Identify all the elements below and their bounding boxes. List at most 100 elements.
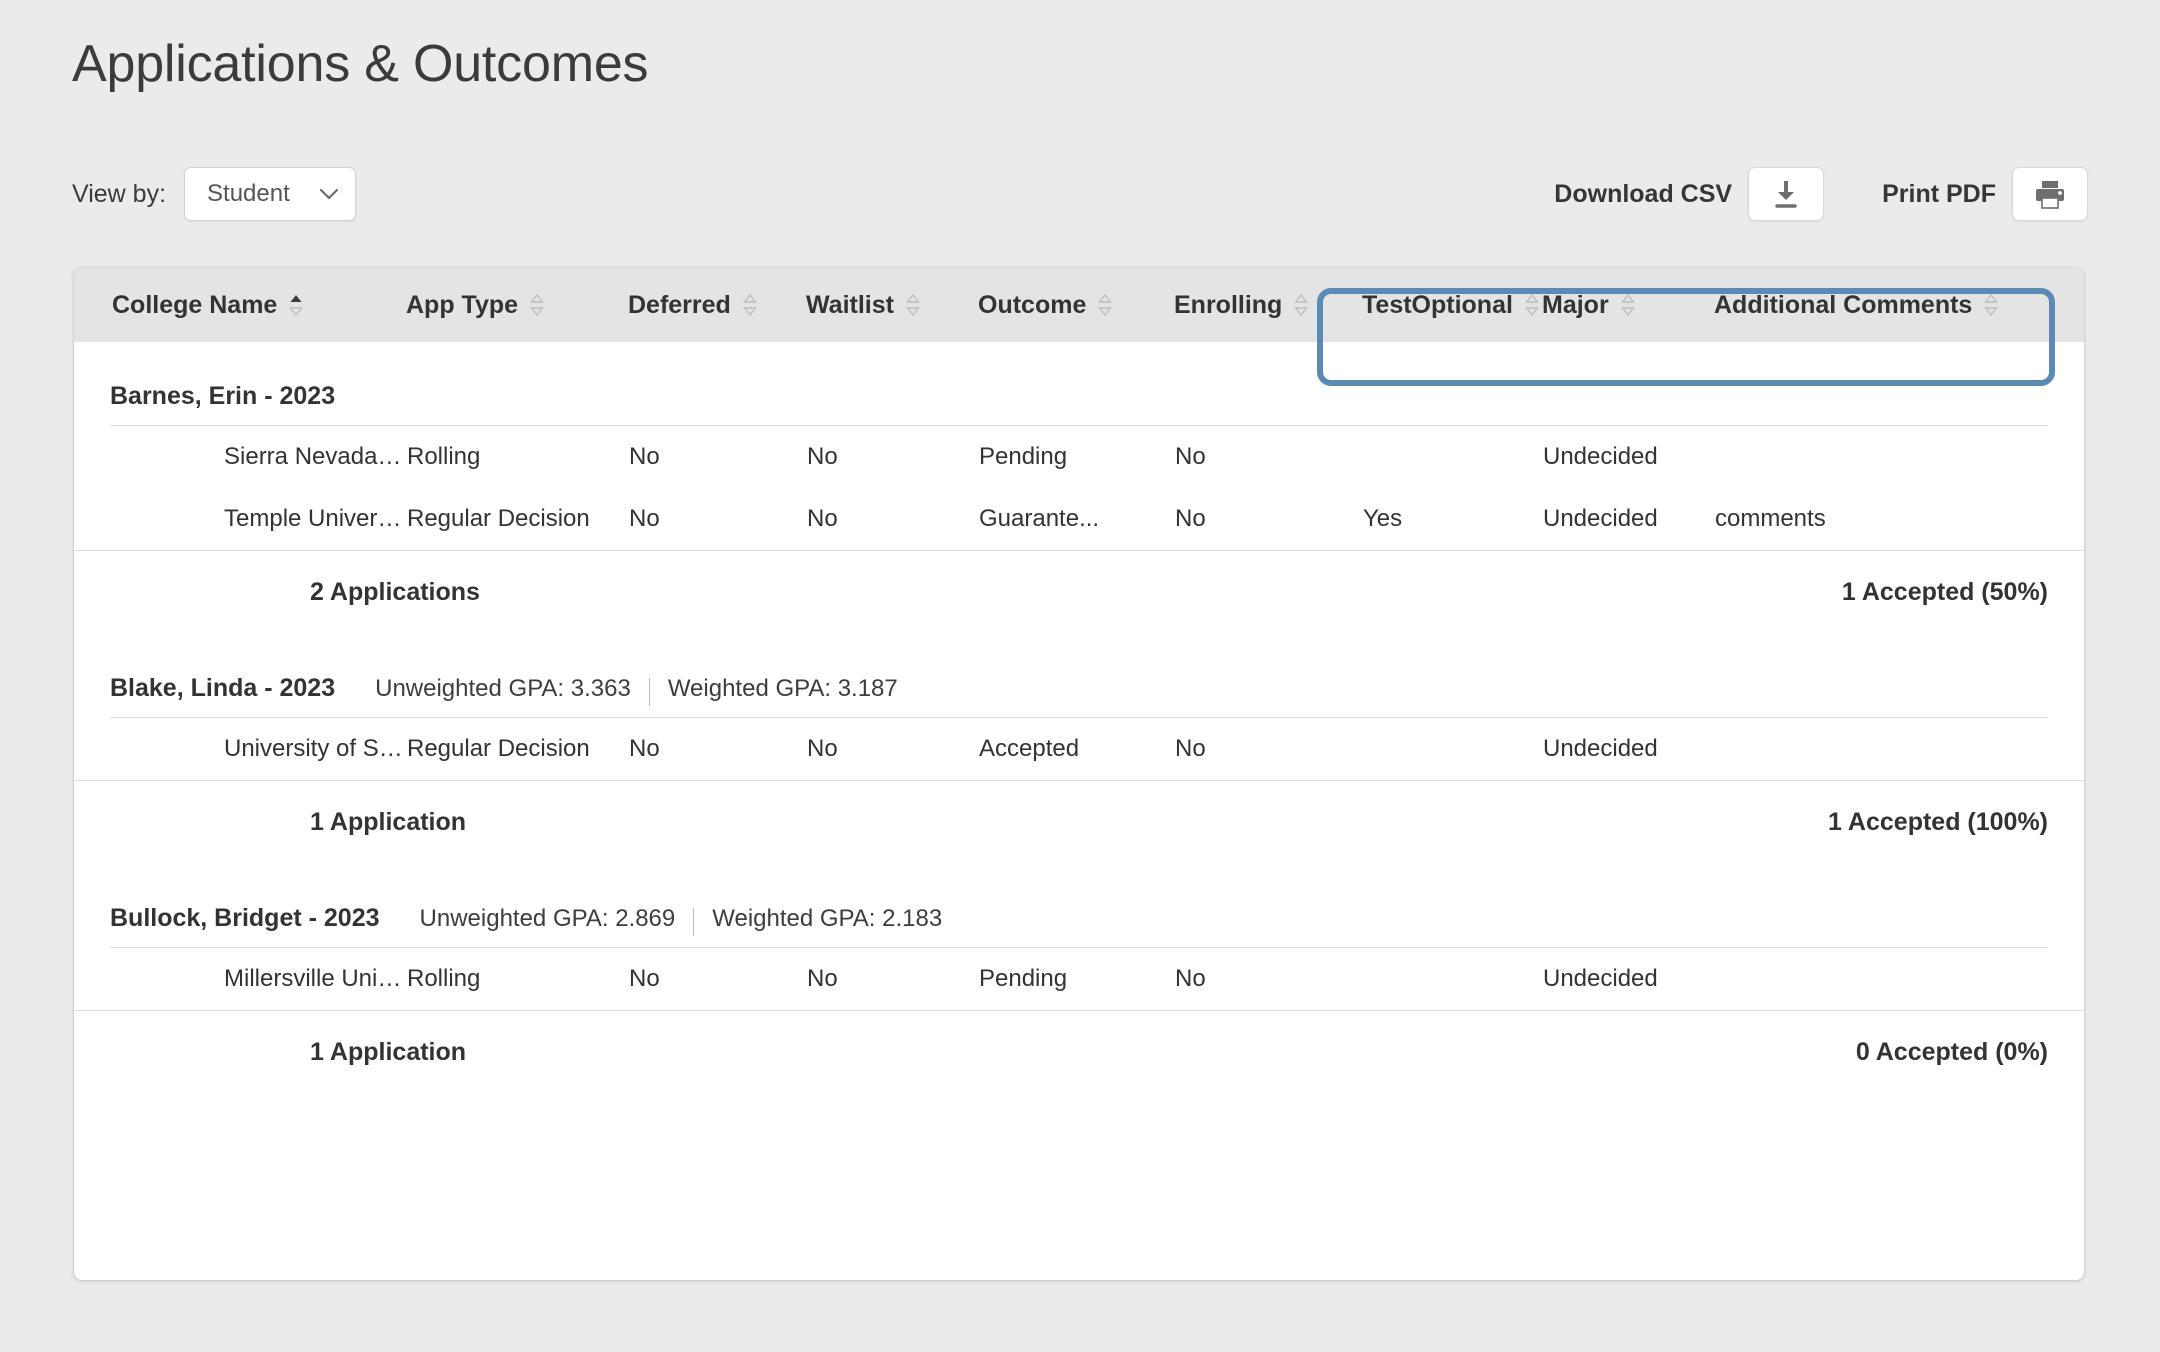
- column-header-label: Deferred: [628, 290, 731, 319]
- cell-outcome: Guarante...: [979, 504, 1100, 532]
- toolbar: View by: Student Download CSV Print PDF: [72, 165, 2088, 223]
- print-pdf-label: Print PDF: [1882, 179, 1996, 208]
- group-summary-accepted: 1 Accepted (100%): [978, 779, 2084, 864]
- table-row[interactable]: Temple University Regular Decision No No…: [74, 488, 2084, 550]
- group-header-cell: Bullock, Bridget - 2023 Unweighted GPA: …: [74, 864, 2084, 948]
- cell-test-optional: [1362, 426, 1542, 488]
- cell-major: Undecided: [1543, 443, 1658, 470]
- group-summary-applications: 1 Application: [74, 1009, 978, 1094]
- cell-deferred: No: [629, 734, 660, 762]
- cell-test-optional: [1362, 948, 1542, 1010]
- cell-college-name: Temple University: [224, 504, 406, 532]
- group-weighted-gpa: Weighted GPA: 3.187: [667, 675, 898, 702]
- cell-test-optional: [1362, 718, 1542, 780]
- sort-icon-active[interactable]: [289, 292, 304, 318]
- applications-table-card: College Name App Type Deferred Waitlist …: [74, 268, 2084, 1280]
- cell-college-name: Millersville University...: [224, 964, 406, 992]
- sort-icon[interactable]: [1620, 292, 1635, 318]
- table-row[interactable]: Millersville University... Rolling No No…: [74, 948, 2084, 1010]
- page-title: Applications & Outcomes: [72, 35, 649, 93]
- sort-icon[interactable]: [742, 292, 757, 318]
- cell-deferred: No: [629, 443, 660, 470]
- cell-waitlist: No: [807, 504, 838, 532]
- cell-deferred: No: [629, 504, 660, 532]
- sort-icon[interactable]: [1524, 292, 1539, 318]
- sort-icon[interactable]: [906, 292, 920, 318]
- group-unweighted-gpa: Unweighted GPA: 3.363: [375, 675, 631, 702]
- download-csv-button[interactable]: [1748, 167, 1825, 221]
- sort-icon[interactable]: [1098, 292, 1113, 318]
- column-header-label: Outcome: [978, 290, 1087, 319]
- cell-college-name: University of South C...: [224, 734, 406, 762]
- column-header-label: College Name: [112, 290, 278, 319]
- table-body: Barnes, Erin - 2023 Sierra Nevada Colleg…: [74, 342, 2084, 1094]
- cell-app-type: Regular Decision: [407, 734, 590, 762]
- cell-outcome: Pending: [979, 443, 1068, 470]
- column-header-college-name[interactable]: College Name: [74, 268, 406, 342]
- column-header-waitlist[interactable]: Waitlist: [806, 268, 978, 342]
- cell-app-type: Rolling: [407, 964, 481, 992]
- print-pdf-button[interactable]: [2012, 167, 2088, 221]
- group-summary-accepted: 1 Accepted (50%): [978, 549, 2084, 634]
- table-row[interactable]: Sierra Nevada College Rolling No No Pend…: [74, 426, 2084, 488]
- cell-outcome: Accepted: [979, 734, 1080, 762]
- column-header-label: Additional Comments: [1714, 290, 1973, 319]
- cell-additional-comments: [1714, 948, 2084, 1010]
- group-summary-row: 2 Applications 1 Accepted (50%): [74, 549, 2084, 634]
- group-header-row: Blake, Linda - 2023 Unweighted GPA: 3.36…: [74, 634, 2084, 718]
- cell-major: Undecided: [1543, 504, 1658, 532]
- group-header-cell: Barnes, Erin - 2023: [74, 342, 2084, 426]
- group-weighted-gpa: Weighted GPA: 2.183: [712, 905, 943, 932]
- cell-waitlist: No: [807, 443, 838, 470]
- gpa-divider: [648, 678, 650, 706]
- cell-enrolling: No: [1175, 964, 1206, 992]
- column-header-outcome[interactable]: Outcome: [978, 268, 1174, 342]
- group-summary-applications: 2 Applications: [74, 549, 978, 634]
- column-header-enrolling[interactable]: Enrolling: [1174, 268, 1362, 342]
- cell-college-name: Sierra Nevada College: [224, 443, 406, 470]
- group-header-row: Barnes, Erin - 2023: [74, 342, 2084, 426]
- applications-table: College Name App Type Deferred Waitlist …: [74, 268, 2084, 1094]
- column-header-label: TestOptional: [1362, 290, 1513, 319]
- cell-additional-comments: comments: [1715, 504, 1826, 532]
- table-head: College Name App Type Deferred Waitlist …: [74, 268, 2084, 342]
- cell-major: Undecided: [1543, 734, 1658, 762]
- view-by-label: View by:: [72, 179, 167, 208]
- column-header-app-type[interactable]: App Type: [406, 268, 628, 342]
- group-student-name: Barnes, Erin - 2023: [110, 382, 336, 410]
- column-header-additional-comments[interactable]: Additional Comments: [1714, 268, 2084, 342]
- group-gpa-wrap: Unweighted GPA: 3.363 Weighted GPA: 3.18…: [375, 675, 898, 706]
- column-header-test-optional[interactable]: TestOptional: [1362, 268, 1542, 342]
- download-icon: [1771, 178, 1801, 210]
- printer-icon: [2033, 179, 2067, 209]
- group-header-cell: Blake, Linda - 2023 Unweighted GPA: 3.36…: [74, 634, 2084, 718]
- view-by-selected-value: Student: [207, 180, 290, 207]
- toolbar-left: View by: Student: [72, 165, 357, 223]
- cell-deferred: No: [629, 964, 660, 992]
- toolbar-right: Download CSV Print PDF: [1554, 165, 2088, 223]
- cell-waitlist: No: [807, 964, 838, 992]
- download-csv-label: Download CSV: [1554, 179, 1733, 208]
- view-by-select[interactable]: Student: [184, 167, 357, 221]
- gpa-divider: [693, 908, 695, 936]
- cell-waitlist: No: [807, 734, 838, 762]
- chevron-down-icon: [319, 188, 339, 200]
- cell-enrolling: No: [1175, 734, 1206, 762]
- table-header-row: College Name App Type Deferred Waitlist …: [74, 268, 2084, 342]
- cell-enrolling: No: [1175, 504, 1206, 532]
- group-summary-accepted: 0 Accepted (0%): [978, 1009, 2084, 1094]
- column-header-label: Waitlist: [806, 290, 894, 319]
- column-header-deferred[interactable]: Deferred: [628, 268, 806, 342]
- sort-icon[interactable]: [1294, 292, 1309, 318]
- cell-app-type: Regular Decision: [407, 504, 590, 532]
- group-summary-applications: 1 Application: [74, 779, 978, 864]
- cell-additional-comments: [1714, 718, 2084, 780]
- column-header-major[interactable]: Major: [1542, 268, 1714, 342]
- sort-icon[interactable]: [530, 292, 544, 318]
- column-header-label: Enrolling: [1174, 290, 1283, 319]
- cell-app-type: Rolling: [407, 443, 481, 470]
- cell-outcome: Pending: [979, 964, 1068, 992]
- cell-enrolling: No: [1175, 443, 1206, 470]
- table-row[interactable]: University of South C... Regular Decisio…: [74, 718, 2084, 780]
- sort-icon[interactable]: [1984, 292, 1999, 318]
